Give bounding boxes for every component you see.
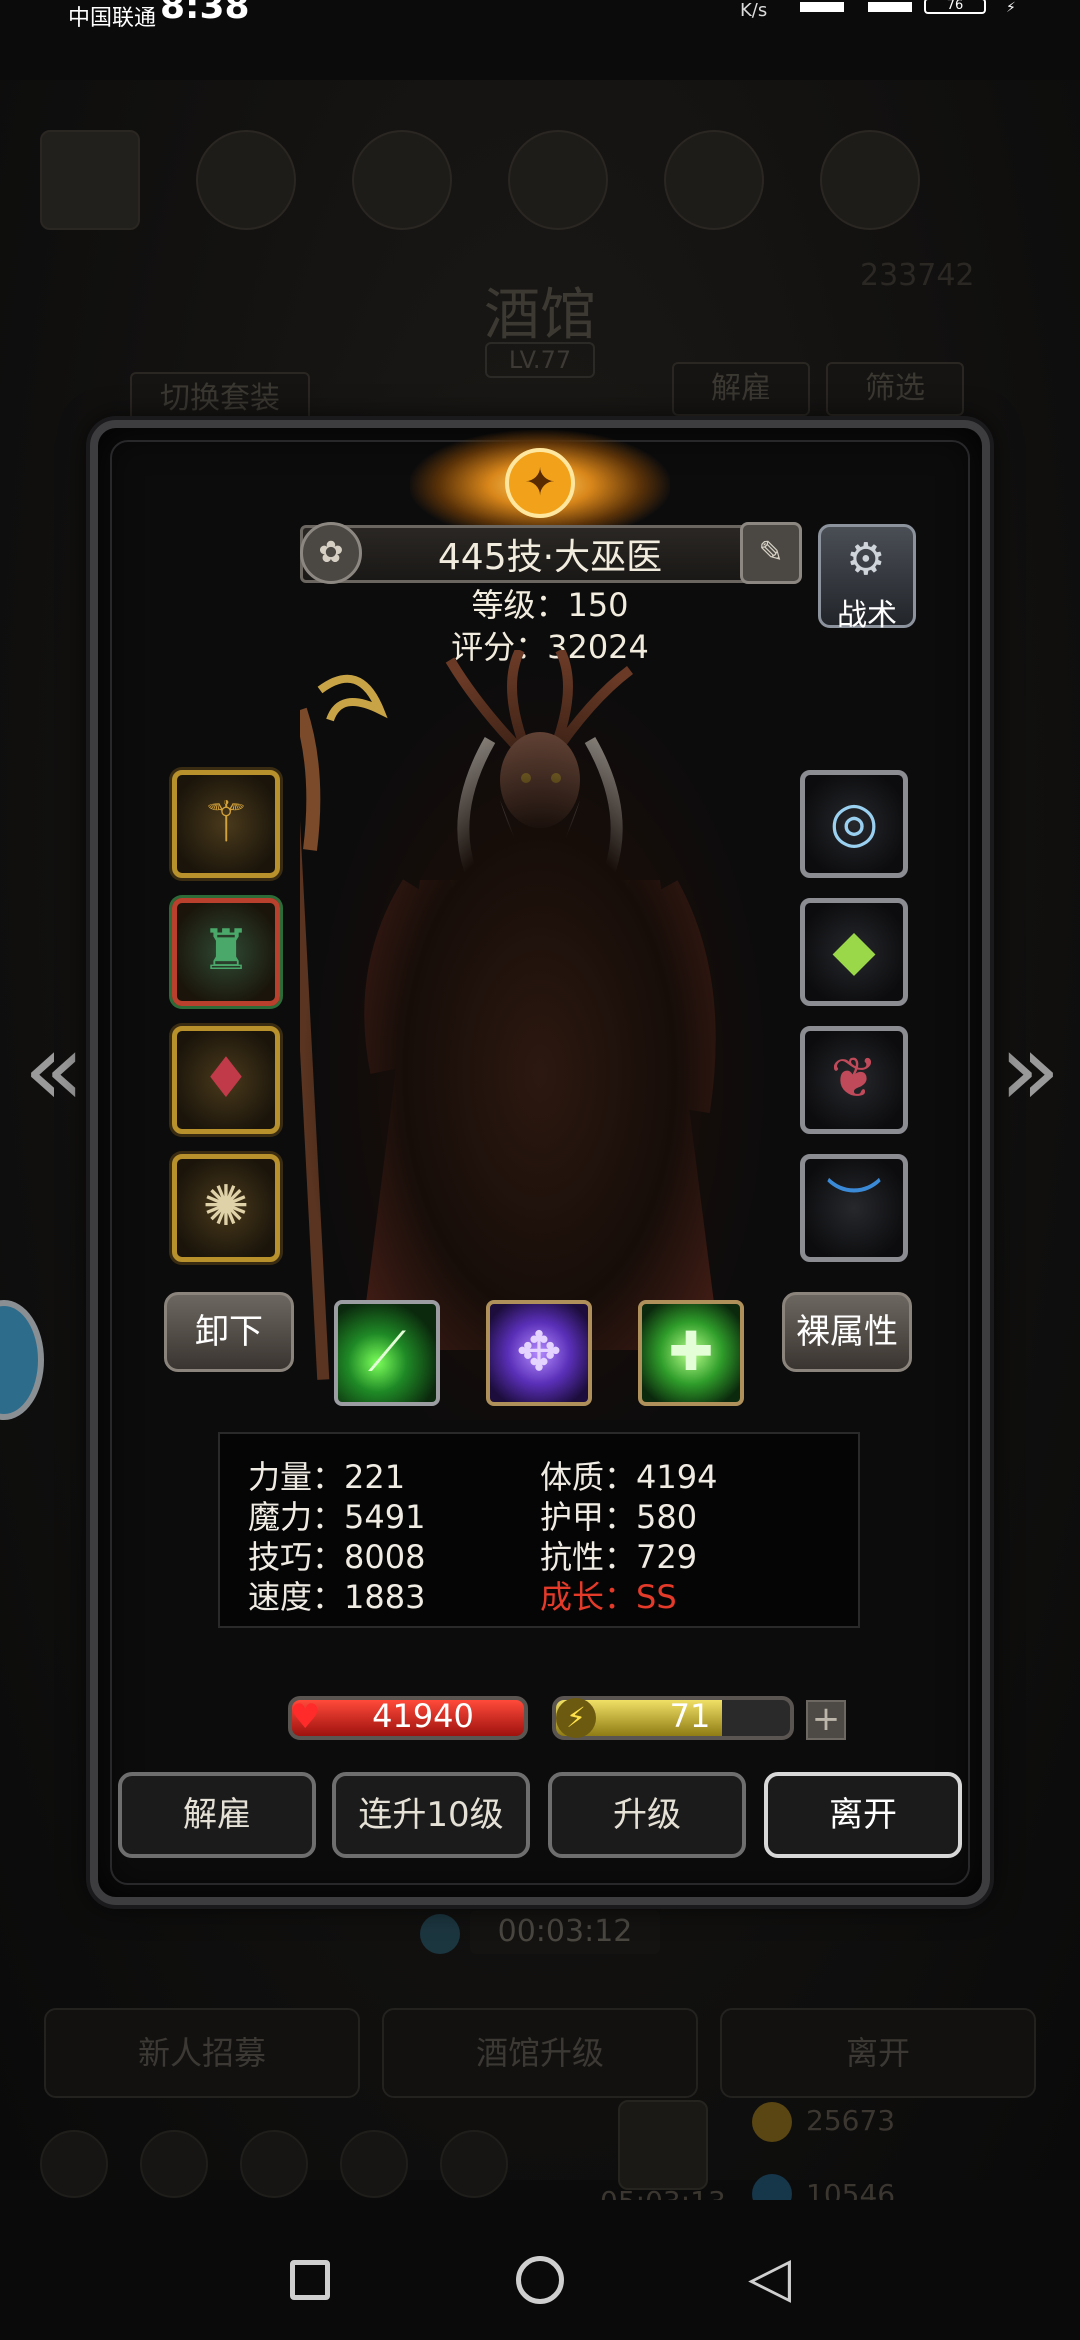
- fire-hero-button[interactable]: 解雇: [118, 1772, 316, 1858]
- energy-value: 71: [669, 1697, 711, 1735]
- prev-hero-button[interactable]: «: [14, 1020, 94, 1120]
- medallion-icon: ✺: [202, 1174, 250, 1239]
- timer-icon: [420, 1914, 460, 1954]
- hero-level: 等级：150: [471, 586, 629, 624]
- hero-name: 445技·大巫医: [437, 537, 663, 578]
- hp-value: 41940: [372, 1697, 474, 1735]
- equip-slot-gem[interactable]: ◆: [800, 898, 908, 1006]
- menu-icon: [664, 130, 764, 230]
- robe-icon: ♜: [200, 918, 252, 983]
- stat-growth: 成长：SS: [540, 1578, 677, 1616]
- avatar-icon: [40, 130, 140, 230]
- skill-slot-2[interactable]: ✥: [486, 1300, 592, 1406]
- emblem-star-icon: ✦: [505, 448, 575, 518]
- menu-icon: [352, 130, 452, 230]
- equip-slot-armor[interactable]: ♜: [172, 898, 280, 1006]
- whip-icon: ︶: [826, 1174, 882, 1239]
- level-up-10-button[interactable]: 连升10级: [332, 1772, 530, 1858]
- staff-icon: ⚚: [200, 790, 252, 855]
- heal-cross-icon: ✚: [668, 1320, 714, 1383]
- tavern-level: LV.77: [485, 342, 595, 378]
- ring-icon: ◎: [829, 790, 879, 855]
- background-leave-button: 离开: [720, 2008, 1036, 2098]
- menu-icon: [340, 2130, 408, 2198]
- next-hero-button[interactable]: »: [990, 1020, 1070, 1120]
- gold-amount: 25673: [806, 2104, 896, 2137]
- green-slash-icon: ⟋: [368, 1320, 406, 1383]
- switch-outfit-button: 切换套装: [130, 372, 310, 426]
- gold-icon: [752, 2102, 792, 2142]
- tavern-upgrade-button: 酒馆升级: [382, 2008, 698, 2098]
- menu-icon: [240, 2130, 308, 2198]
- menu-icon: [820, 130, 920, 230]
- menu-icon: [440, 2130, 508, 2198]
- add-energy-button[interactable]: +: [806, 1700, 846, 1740]
- tactics-label: 战术: [837, 598, 897, 633]
- recents-button[interactable]: [290, 2260, 330, 2300]
- equip-slot-accessory[interactable]: ♦: [172, 1026, 280, 1134]
- equip-slot-relic[interactable]: ❦: [800, 1026, 908, 1134]
- net-speed: K/s: [740, 0, 768, 21]
- chest-icon: [618, 2100, 708, 2190]
- back-button[interactable]: ◁: [748, 2250, 791, 2306]
- signal-icon: [868, 2, 912, 12]
- menu-icon: [140, 2130, 208, 2198]
- menu-icon: [508, 130, 608, 230]
- feather-icon: ❦: [830, 1046, 878, 1111]
- signal-icon: [800, 2, 844, 12]
- equip-slot-weapon[interactable]: ⚚: [172, 770, 280, 878]
- gear-icon: ⚙: [846, 534, 886, 585]
- level-up-button[interactable]: 升级: [548, 1772, 746, 1858]
- background-fire-button: 解雇: [672, 362, 810, 416]
- menu-icon: [40, 2130, 108, 2198]
- unequip-button[interactable]: 卸下: [164, 1292, 294, 1372]
- player-id: 233742: [860, 258, 975, 293]
- purple-spirit-icon: ✥: [516, 1320, 562, 1383]
- background-filter-button: 筛选: [826, 362, 964, 416]
- skill-slot-1[interactable]: ⟋: [334, 1300, 440, 1406]
- leave-button[interactable]: 离开: [764, 1772, 962, 1858]
- equip-slot-emblem[interactable]: ✺: [172, 1154, 280, 1262]
- equip-slot-trinket[interactable]: ︶: [800, 1154, 908, 1262]
- battery-icon: 76: [924, 0, 986, 14]
- charging-icon: ⚡: [1006, 0, 1016, 16]
- menu-icon: [196, 130, 296, 230]
- status-bar: 中国联通 8:38 K/s 76 ⚡: [0, 0, 1080, 40]
- recruit-button: 新人招募: [44, 2008, 360, 2098]
- crystal-icon: ◆: [832, 918, 876, 983]
- skill-slot-3[interactable]: ✚: [638, 1300, 744, 1406]
- background-top-icons: [40, 130, 1040, 240]
- home-button[interactable]: [516, 2256, 564, 2304]
- bag-icon: ♦: [200, 1046, 252, 1111]
- recruit-timer: 00:03:12: [470, 1910, 660, 1954]
- equip-slot-ring[interactable]: ◎: [800, 770, 908, 878]
- bottom-menu-icons: [30, 2110, 1050, 2210]
- lightning-icon: ⚡: [556, 1698, 596, 1738]
- stat-speed: 速度：1883: [248, 1578, 426, 1616]
- badge-icon[interactable]: ✿: [300, 522, 362, 584]
- clock: 8:38: [160, 0, 250, 27]
- carrier-label: 中国联通: [68, 6, 157, 31]
- bare-stats-button[interactable]: 裸属性: [782, 1292, 912, 1372]
- edit-name-icon[interactable]: ✎: [740, 522, 802, 584]
